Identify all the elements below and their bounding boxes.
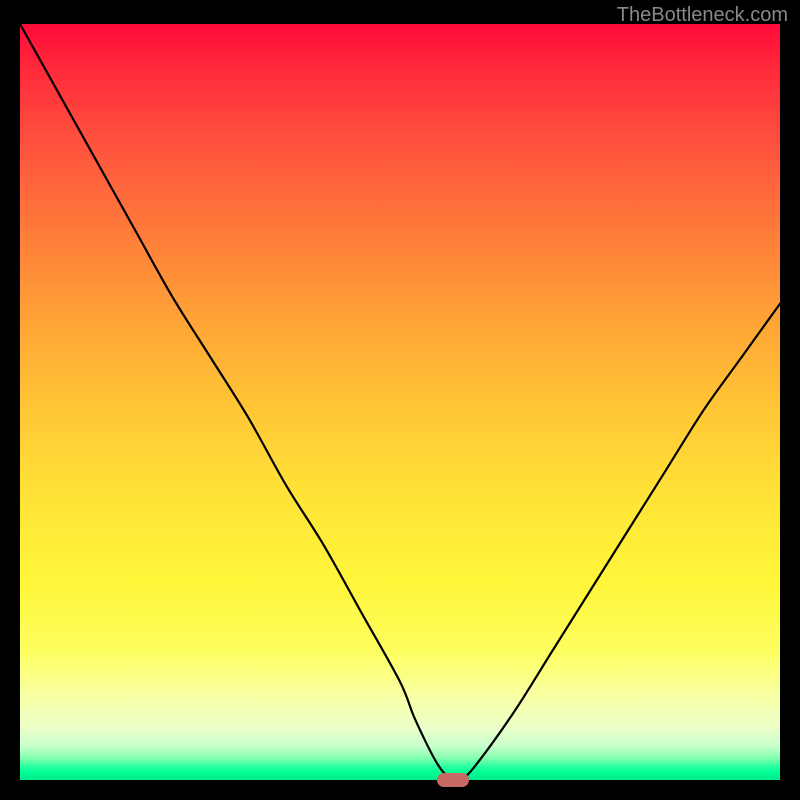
watermark-text: TheBottleneck.com <box>617 4 788 27</box>
optimal-marker <box>437 773 469 787</box>
bottleneck-curve <box>20 24 780 780</box>
chart-plot-area <box>20 24 780 780</box>
